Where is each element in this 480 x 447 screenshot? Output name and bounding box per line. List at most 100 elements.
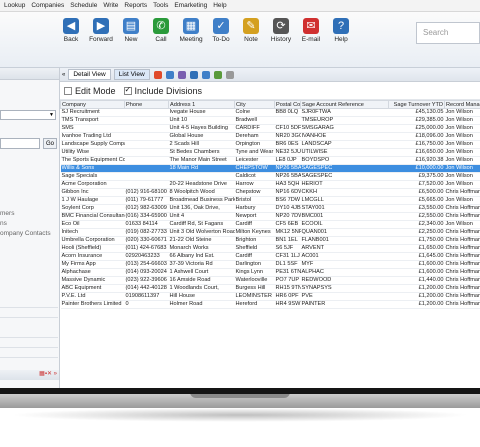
table-row[interactable]: SMS Unit 4-5 Hayes Building CARDIFF CF10 5D… bbox=[60, 124, 480, 133]
table-cell: NP26 5BA bbox=[274, 164, 301, 173]
tab-detail-view[interactable]: Detail View bbox=[68, 69, 111, 80]
table-cell: St Bedes Chambers bbox=[168, 148, 235, 157]
table-row[interactable]: BMC Financial Consultancy (016) 334-65900… bbox=[60, 212, 480, 221]
table-cell: Chepstow bbox=[234, 188, 275, 197]
table-cell: (011) 424-67683 bbox=[124, 244, 169, 253]
menu-item[interactable]: Schedule bbox=[70, 2, 97, 9]
table-cell: (019) 082-27733 bbox=[124, 228, 169, 237]
table-row[interactable]: Utility Wise St Bedes Chambers Tyne and We… bbox=[60, 148, 480, 157]
e-mail-button[interactable]: ✉ E-mail bbox=[296, 14, 326, 54]
menu-item[interactable]: Help bbox=[213, 2, 226, 9]
table-row[interactable]: Sage Specials Caldicot NP26 5BA SAGESPEC £9,… bbox=[60, 172, 480, 181]
column-header[interactable]: Company bbox=[60, 100, 125, 109]
table-row[interactable]: My Firms App (013) 254-66603 37-39 Victori… bbox=[60, 260, 480, 269]
table-row[interactable]: Gibbon Inc (012) 916-68100 8 Woolpitch Woo… bbox=[60, 188, 480, 197]
table-cell: £1,200.00 bbox=[388, 292, 445, 301]
export-icon[interactable] bbox=[213, 70, 222, 79]
column-header[interactable]: Sage Turnover YTD bbox=[388, 100, 445, 109]
call-button[interactable]: ✆ Call bbox=[146, 14, 176, 54]
table-cell: Tyne and Wear bbox=[234, 148, 275, 157]
column-header[interactable]: Postal Code bbox=[274, 100, 301, 109]
table-row[interactable]: Eco Oil 01633 84114 Cardiff Rd, St Fagans C… bbox=[60, 220, 480, 229]
table-cell: £29,385.00 bbox=[388, 116, 445, 125]
to-do-button[interactable]: ✓ To-Do bbox=[206, 14, 236, 54]
table-row[interactable]: Hooli (Sheffield) (011) 424-67683 Monarch … bbox=[60, 244, 480, 253]
table-row[interactable]: Acme Corporation 20-22 Headstone Drive Har… bbox=[60, 180, 480, 189]
history-button[interactable]: ⟳ History bbox=[266, 14, 296, 54]
table-cell: Alphachase bbox=[60, 268, 125, 277]
table-cell bbox=[124, 156, 169, 165]
lookup-select[interactable]: ▼ bbox=[0, 110, 56, 120]
user-icon[interactable] bbox=[189, 70, 198, 79]
table-row[interactable]: Alphachase (014) 093-20024 1 Ashwell Court… bbox=[60, 268, 480, 277]
table-cell: Acorn Insurance bbox=[60, 252, 125, 261]
menu-item[interactable]: Reports bbox=[124, 2, 147, 9]
meeting-button[interactable]: ▦ Meeting bbox=[176, 14, 206, 54]
table-cell: SJ Recruitment bbox=[60, 108, 125, 117]
menu-item[interactable]: Write bbox=[103, 2, 118, 9]
table-cell: Waterlooville bbox=[234, 276, 275, 285]
column-header[interactable]: Sage Account Reference bbox=[300, 100, 389, 109]
table-cell: Newport bbox=[234, 212, 275, 221]
table-row[interactable]: Willis & Sons 18 Main Rd CHEPSTOW NP26 5BA S… bbox=[60, 164, 480, 173]
table-row[interactable]: Landscape Supply Company 2 Scads HillOrpi… bbox=[60, 140, 480, 149]
table-cell: Chris Hoffman bbox=[444, 300, 480, 309]
back-button[interactable]: ◀ Back bbox=[56, 14, 86, 54]
table-cell: ARVENT bbox=[300, 244, 389, 253]
menu-item[interactable]: Lookup bbox=[4, 2, 25, 9]
table-cell: 8 Woolpitch Wood bbox=[168, 188, 235, 197]
left-panel-link[interactable]: ns bbox=[0, 220, 7, 227]
table-row[interactable]: Massive Dynamic (023) 922-39606 16 Amside … bbox=[60, 276, 480, 285]
table-row[interactable]: The Sports Equipment Co. The Manor Main S… bbox=[60, 156, 480, 165]
collapse-icon[interactable]: « bbox=[62, 72, 65, 78]
table-row[interactable]: Soylent Corp (012) 982-63009 Unit 136, Oak… bbox=[60, 204, 480, 213]
group-icon[interactable] bbox=[177, 70, 186, 79]
table-row[interactable]: SJ Recruitment Ivegate House Colne BB8 0LQ S… bbox=[60, 108, 480, 117]
table-row[interactable]: ABC Equipment (014) 442-40128 1 Woodlands … bbox=[60, 284, 480, 293]
help-button[interactable]: ? Help bbox=[326, 14, 356, 54]
table-cell: TMSEUROP bbox=[300, 116, 389, 125]
table-row[interactable]: TMS Transport Unit 10 Bradwell TMSEUROP £29,… bbox=[60, 116, 480, 125]
columns-icon[interactable] bbox=[165, 70, 174, 79]
toolbar-button-label: Help bbox=[334, 36, 348, 43]
go-button[interactable]: Go bbox=[43, 138, 57, 149]
column-header[interactable]: City bbox=[234, 100, 275, 109]
search-input[interactable]: Search bbox=[416, 22, 480, 44]
note-button[interactable]: ✎ Note bbox=[236, 14, 266, 54]
settings-icon[interactable] bbox=[225, 70, 234, 79]
table-row[interactable]: Painter Brothers Limited 0 Holmer Road Here… bbox=[60, 300, 480, 309]
new-button[interactable]: ▤ New bbox=[116, 14, 146, 54]
table-cell: Chris Hoffman bbox=[444, 212, 480, 221]
table-row[interactable]: Acorn Insurance 02920463233 66 Albany Ind … bbox=[60, 252, 480, 261]
toolbar-button-label: Call bbox=[155, 36, 167, 43]
toolbar-button-label: To-Do bbox=[212, 36, 230, 43]
lookup-input[interactable] bbox=[0, 138, 40, 149]
table-cell: REDWOOD bbox=[300, 276, 389, 285]
table-row[interactable]: Initech (019) 082-27733 Unit 3 Old Wolvert… bbox=[60, 228, 480, 237]
edit-mode-checkbox[interactable] bbox=[64, 86, 72, 95]
left-panel-link[interactable]: ompany Contacts bbox=[0, 230, 51, 237]
left-panel-link[interactable]: mers bbox=[0, 210, 14, 217]
table-row[interactable]: 1 J W Haulage (011) 79-61777 Broadmead Bus… bbox=[60, 196, 480, 205]
menu-item[interactable]: Emarketing bbox=[174, 2, 207, 9]
table-row[interactable]: Ivanhoe Trading Ltd Global House Dereham NR… bbox=[60, 132, 480, 141]
tab-list-view[interactable]: List View bbox=[113, 69, 150, 80]
print-icon[interactable] bbox=[201, 70, 210, 79]
table-cell bbox=[124, 132, 169, 141]
table-row[interactable]: P.V.E. Ltd 01908611397 Hill House LEOMINSTE… bbox=[60, 292, 480, 301]
table-cell: Unit 3 Old Wolverton Road bbox=[168, 228, 235, 237]
table-cell: Cardiff bbox=[234, 252, 275, 261]
filter-icon[interactable] bbox=[153, 70, 162, 79]
column-header[interactable]: Phone bbox=[124, 100, 169, 109]
footer-icons[interactable]: ▦▪✕ » bbox=[39, 371, 57, 377]
table-cell: £1,600.00 bbox=[388, 260, 445, 269]
table-cell: (012) 982-63009 bbox=[124, 204, 169, 213]
table-cell: Holmer Road bbox=[168, 300, 235, 309]
column-header[interactable]: Address 1 bbox=[168, 100, 235, 109]
menu-item[interactable]: Companies bbox=[31, 2, 64, 9]
table-row[interactable]: Umbrella Corporation (020) 330-60671 21-22… bbox=[60, 236, 480, 245]
column-header[interactable]: Record Manager bbox=[444, 100, 480, 109]
forward-button[interactable]: ▶ Forward bbox=[86, 14, 116, 54]
menu-item[interactable]: Tools bbox=[153, 2, 168, 9]
include-divisions-checkbox[interactable] bbox=[123, 85, 132, 95]
